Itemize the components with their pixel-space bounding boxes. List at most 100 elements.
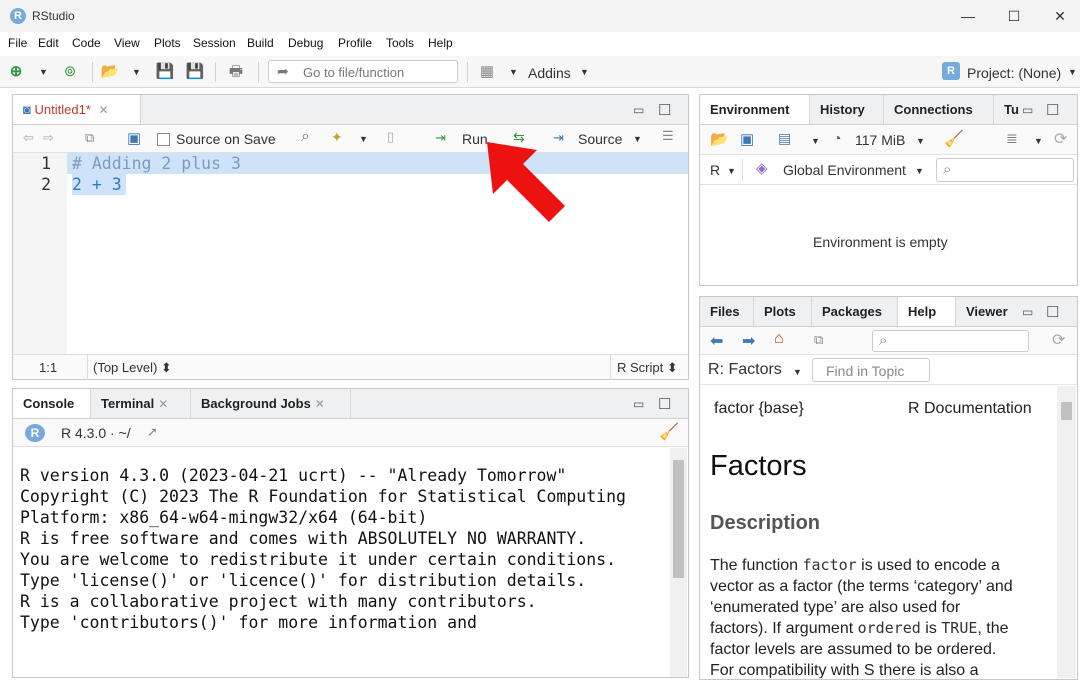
- scrollbar-thumb[interactable]: [1061, 402, 1072, 420]
- minimize-pane-icon[interactable]: ▭: [633, 397, 644, 411]
- language-selector[interactable]: R: [710, 162, 720, 178]
- magic-wand-icon[interactable]: ✦: [331, 129, 343, 146]
- go-to-directory-icon[interactable]: ➚: [147, 424, 158, 440]
- save-icon[interactable]: 💾: [155, 62, 175, 82]
- find-in-topic-input[interactable]: Find in Topic: [812, 358, 930, 382]
- clear-workspace-icon[interactable]: 🧹: [944, 129, 964, 149]
- tab-history[interactable]: History: [810, 95, 884, 124]
- tab-console[interactable]: Console: [13, 389, 91, 418]
- grid-layout-icon[interactable]: ▦: [477, 62, 497, 82]
- import-dataset-icon[interactable]: ▤: [778, 130, 791, 147]
- new-file-icon[interactable]: ⊕: [6, 62, 26, 82]
- show-in-window-icon[interactable]: ⧉: [85, 130, 94, 146]
- console-scrollbar[interactable]: [670, 448, 687, 677]
- minimize-pane-icon[interactable]: ▭: [1022, 305, 1033, 319]
- addins-dropdown-icon[interactable]: ▼: [580, 67, 589, 77]
- minimize-button[interactable]: —: [948, 4, 988, 28]
- tab-untitled1[interactable]: ◙ Untitled1* ✕: [13, 95, 141, 124]
- help-search-input[interactable]: ⌕: [872, 330, 1029, 352]
- close-tab-icon[interactable]: ✕: [158, 397, 168, 411]
- menu-edit[interactable]: Edit: [38, 36, 59, 50]
- open-file-dropdown-icon[interactable]: ▼: [132, 67, 141, 77]
- source-button[interactable]: Source: [578, 131, 622, 147]
- view-dropdown-icon[interactable]: ▼: [1034, 136, 1043, 146]
- layout-dropdown-icon[interactable]: ▼: [509, 67, 518, 77]
- memory-dropdown-icon[interactable]: ▼: [916, 136, 925, 146]
- menu-plots[interactable]: Plots: [154, 36, 181, 50]
- new-file-dropdown-icon[interactable]: ▼: [39, 67, 48, 77]
- forward-arrow-icon[interactable]: ➡: [742, 331, 755, 351]
- tab-background-jobs[interactable]: Background Jobs ✕: [191, 389, 351, 418]
- new-project-icon[interactable]: ⊚: [60, 62, 80, 82]
- scope-selector[interactable]: (Top Level) ⬍: [93, 360, 172, 376]
- topic-dropdown-icon[interactable]: ▼: [793, 367, 802, 377]
- tab-tutorial[interactable]: Tu: [994, 95, 1024, 124]
- open-file-icon[interactable]: 📂: [100, 62, 120, 82]
- menu-view[interactable]: View: [114, 36, 140, 50]
- code-tools-dropdown-icon[interactable]: ▼: [359, 134, 368, 144]
- maximize-pane-icon[interactable]: ☐: [1046, 101, 1059, 119]
- load-workspace-icon[interactable]: 📂: [710, 130, 729, 148]
- minimize-pane-icon[interactable]: ▭: [633, 103, 644, 117]
- menu-build[interactable]: Build: [247, 36, 274, 50]
- tab-help[interactable]: Help: [898, 297, 956, 326]
- memory-usage[interactable]: 117 MiB: [855, 132, 905, 148]
- print-icon[interactable]: 🖶: [226, 62, 246, 82]
- minimize-pane-icon[interactable]: ▭: [1022, 103, 1033, 117]
- file-type-selector[interactable]: R Script ⬍: [617, 360, 678, 376]
- menu-code[interactable]: Code: [72, 36, 101, 50]
- language-dropdown-icon[interactable]: ▼: [727, 166, 736, 176]
- menu-debug[interactable]: Debug: [288, 36, 323, 50]
- import-dropdown-icon[interactable]: ▼: [811, 136, 820, 146]
- menu-file[interactable]: File: [8, 36, 27, 50]
- maximize-pane-icon[interactable]: ☐: [658, 101, 671, 119]
- tab-connections[interactable]: Connections: [884, 95, 994, 124]
- go-to-file-input[interactable]: ➦ Go to file/function: [268, 60, 458, 83]
- refresh-icon[interactable]: ⟳: [1052, 330, 1065, 350]
- maximize-pane-icon[interactable]: ☐: [1046, 303, 1059, 321]
- show-in-window-icon[interactable]: ⧉: [814, 332, 823, 348]
- back-icon[interactable]: ⇦: [23, 130, 34, 146]
- tab-terminal[interactable]: Terminal ✕: [91, 389, 191, 418]
- source-dropdown-icon[interactable]: ▼: [633, 134, 642, 144]
- document-outline-icon[interactable]: ☰: [662, 128, 674, 144]
- maximize-button[interactable]: ☐: [994, 4, 1034, 28]
- help-doc-package: factor {base}: [714, 400, 804, 417]
- maximize-pane-icon[interactable]: ☐: [658, 395, 671, 413]
- scope-dropdown-icon[interactable]: ▼: [915, 166, 924, 176]
- help-scrollbar[interactable]: [1057, 386, 1076, 678]
- project-dropdown-icon[interactable]: ▼: [1068, 67, 1077, 77]
- save-icon[interactable]: ▣: [127, 129, 141, 147]
- home-icon[interactable]: ⌂: [774, 330, 784, 348]
- tab-plots[interactable]: Plots: [754, 297, 812, 326]
- source-on-save-checkbox[interactable]: [157, 133, 170, 146]
- tab-viewer[interactable]: Viewer: [956, 297, 1022, 326]
- close-tab-icon[interactable]: ✕: [315, 397, 325, 411]
- search-icon[interactable]: ⌕: [301, 128, 310, 146]
- environment-scope-selector[interactable]: Global Environment: [783, 162, 906, 178]
- help-topic-selector[interactable]: R: Factors: [708, 361, 782, 379]
- back-arrow-icon[interactable]: ⬅: [710, 331, 723, 351]
- close-tab-icon[interactable]: ✕: [98, 103, 108, 117]
- scrollbar-thumb[interactable]: [673, 460, 684, 578]
- refresh-icon[interactable]: ⟳: [1054, 129, 1067, 149]
- menu-profile[interactable]: Profile: [338, 36, 372, 50]
- save-all-icon[interactable]: 💾: [185, 62, 205, 82]
- environment-search-input[interactable]: ⌕: [936, 158, 1074, 182]
- menu-help[interactable]: Help: [428, 36, 453, 50]
- forward-icon[interactable]: ⇨: [43, 130, 54, 146]
- project-menu[interactable]: Project: (None): [967, 65, 1061, 81]
- list-view-icon[interactable]: ≣: [1006, 130, 1018, 147]
- clear-console-icon[interactable]: 🧹: [659, 422, 679, 442]
- console-output[interactable]: R version 4.3.0 (2023-04-21 ucrt) -- "Al…: [20, 465, 665, 677]
- addins-menu[interactable]: Addins: [528, 65, 571, 81]
- tab-files[interactable]: Files: [700, 297, 754, 326]
- compile-report-icon[interactable]: ▯: [387, 129, 394, 145]
- menu-session[interactable]: Session: [193, 36, 236, 50]
- menu-tools[interactable]: Tools: [386, 36, 414, 50]
- tab-environment[interactable]: Environment: [700, 95, 810, 124]
- tab-label: Plots: [764, 304, 796, 319]
- tab-packages[interactable]: Packages: [812, 297, 898, 326]
- save-workspace-icon[interactable]: ▣: [740, 130, 754, 148]
- close-button[interactable]: ✕: [1040, 4, 1080, 28]
